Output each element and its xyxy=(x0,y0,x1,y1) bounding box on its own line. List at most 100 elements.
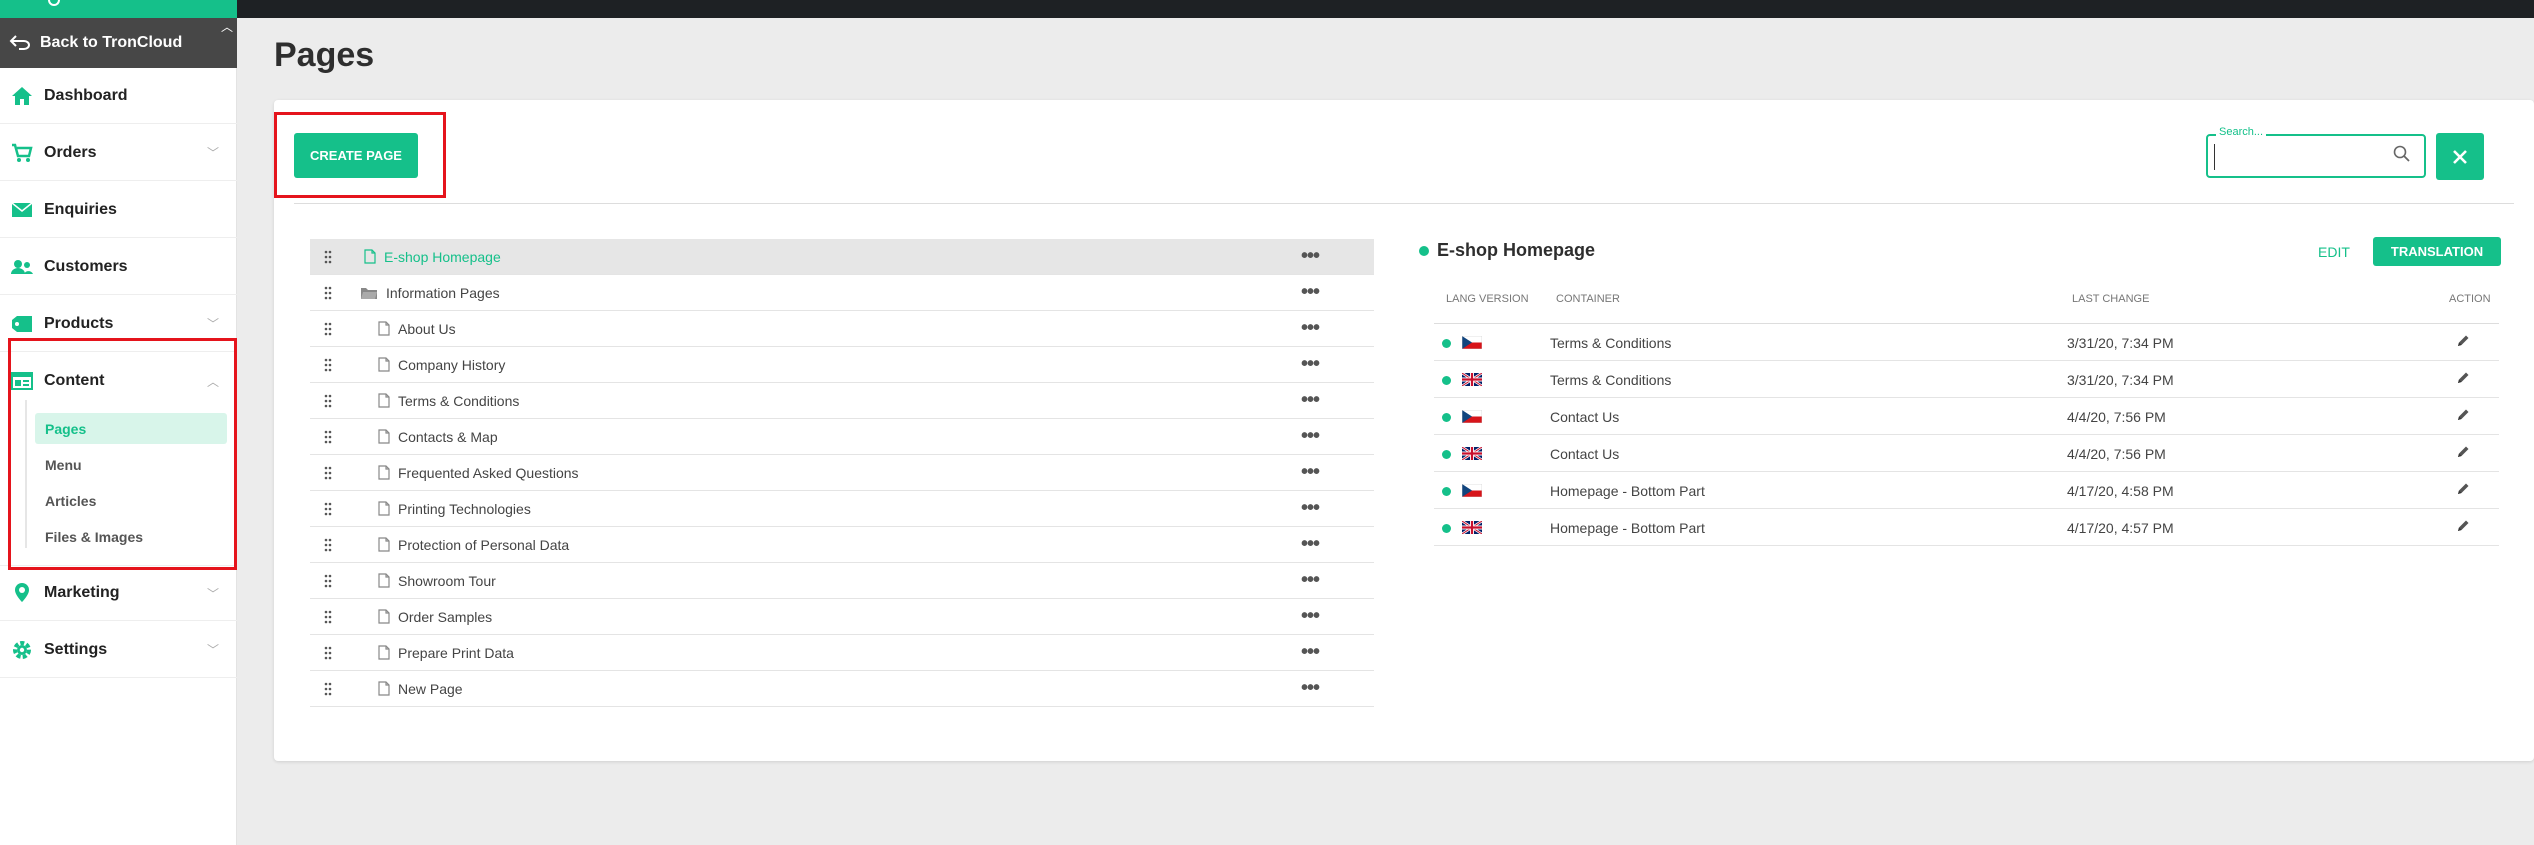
sidebar-item-enquiries[interactable]: Enquiries xyxy=(0,182,237,238)
tree-row[interactable]: Protection of Personal Data ••• xyxy=(310,527,1374,563)
container-name: Homepage - Bottom Part xyxy=(1550,483,1705,499)
header-action: ACTION xyxy=(2449,293,2491,305)
file-icon xyxy=(378,609,390,624)
uk-flag-icon xyxy=(1461,519,1483,537)
pencil-icon[interactable] xyxy=(2456,408,2470,425)
pencil-icon[interactable] xyxy=(2456,445,2470,462)
clear-search-button[interactable] xyxy=(2436,133,2484,180)
more-options-icon[interactable]: ••• xyxy=(1280,461,1340,484)
tree-item-name: E-shop Homepage xyxy=(384,248,501,265)
more-options-icon[interactable]: ••• xyxy=(1280,389,1340,412)
tree-row[interactable]: E-shop Homepage ••• xyxy=(310,239,1374,275)
file-icon xyxy=(378,357,390,372)
tree-row[interactable]: Contacts & Map ••• xyxy=(310,419,1374,455)
drag-handle-icon[interactable] xyxy=(310,250,346,264)
drag-handle-icon[interactable] xyxy=(310,610,346,624)
status-dot xyxy=(1442,524,1451,533)
edit-link[interactable]: EDIT xyxy=(2318,244,2350,260)
drag-handle-icon[interactable] xyxy=(310,286,346,300)
status-dot xyxy=(1442,450,1451,459)
sidebar-label: Customers xyxy=(44,257,128,275)
drag-handle-icon[interactable] xyxy=(310,322,346,336)
status-dot xyxy=(1442,339,1451,348)
tree-item-name: About Us xyxy=(398,320,456,337)
more-options-icon[interactable]: ••• xyxy=(1280,641,1340,664)
drag-handle-icon[interactable] xyxy=(310,646,346,660)
drag-handle-icon[interactable] xyxy=(310,574,346,588)
more-options-icon[interactable]: ••• xyxy=(1280,533,1340,556)
last-change: 4/17/20, 4:58 PM xyxy=(2067,483,2174,499)
more-options-icon[interactable]: ••• xyxy=(1280,677,1340,700)
file-icon xyxy=(378,573,390,588)
tree-item-name: Frequented Asked Questions xyxy=(398,464,579,481)
tree-row[interactable]: Printing Technologies ••• xyxy=(310,491,1374,527)
gear-icon xyxy=(0,639,44,661)
file-icon xyxy=(364,249,376,264)
drag-handle-icon[interactable] xyxy=(310,538,346,552)
drag-handle-icon[interactable] xyxy=(310,682,346,696)
pencil-icon[interactable] xyxy=(2456,371,2470,388)
pencil-icon[interactable] xyxy=(2456,482,2470,499)
create-page-button[interactable]: CREATE PAGE xyxy=(294,133,418,178)
more-options-icon[interactable]: ••• xyxy=(1280,605,1340,628)
more-options-icon[interactable]: ••• xyxy=(1280,281,1340,304)
translation-button[interactable]: TRANSLATION xyxy=(2373,237,2501,266)
pencil-icon[interactable] xyxy=(2456,334,2470,351)
tree-row[interactable]: Prepare Print Data ••• xyxy=(310,635,1374,671)
drag-handle-icon[interactable] xyxy=(310,466,346,480)
back-to-troncloud-button[interactable]: Back to TronCloud ︿ xyxy=(0,18,237,68)
tree-row[interactable]: Terms & Conditions ••• xyxy=(310,383,1374,419)
more-options-icon[interactable]: ••• xyxy=(1280,353,1340,376)
tree-row[interactable]: About Us ••• xyxy=(310,311,1374,347)
czech-flag-icon xyxy=(1461,335,1483,352)
search-icon[interactable] xyxy=(2393,145,2411,168)
tree-item-name: Prepare Print Data xyxy=(398,644,514,661)
header-container: CONTAINER xyxy=(1556,293,1620,305)
search-label: Search... xyxy=(2216,126,2267,138)
czech-flag-icon xyxy=(1461,409,1483,426)
translation-row: Homepage - Bottom Part 4/17/20, 4:57 PM xyxy=(1434,509,2499,546)
sidebar-item-dashboard[interactable]: Dashboard xyxy=(0,68,237,124)
tree-row[interactable]: Showroom Tour ••• xyxy=(310,563,1374,599)
tree-row[interactable]: Company History ••• xyxy=(310,347,1374,383)
tree-row[interactable]: Order Samples ••• xyxy=(310,599,1374,635)
more-options-icon[interactable]: ••• xyxy=(1280,245,1340,268)
more-options-icon[interactable]: ••• xyxy=(1280,425,1340,448)
file-icon xyxy=(378,393,390,408)
sidebar-item-customers[interactable]: Customers xyxy=(0,239,237,295)
tree-item-name: Showroom Tour xyxy=(398,572,496,589)
close-icon xyxy=(2453,149,2467,164)
tree-row[interactable]: New Page ••• xyxy=(310,671,1374,707)
top-bar xyxy=(0,0,2534,18)
file-icon xyxy=(378,321,390,336)
search-input[interactable] xyxy=(2214,144,2384,170)
sidebar-label: Dashboard xyxy=(44,86,128,104)
sidebar-item-marketing[interactable]: Marketing ﹀ xyxy=(0,565,237,621)
sidebar-item-orders[interactable]: Orders ﹀ xyxy=(0,125,237,181)
chevron-down-icon: ﹀ xyxy=(207,146,220,160)
last-change: 4/4/20, 7:56 PM xyxy=(2067,409,2166,425)
brand-logo-icon xyxy=(48,0,60,6)
sidebar-item-settings[interactable]: Settings ﹀ xyxy=(0,622,237,678)
drag-handle-icon[interactable] xyxy=(310,430,346,444)
sidebar-label: Products xyxy=(44,314,114,332)
collapse-sidebar-icon[interactable]: ︿ xyxy=(221,18,233,35)
last-change: 3/31/20, 7:34 PM xyxy=(2067,335,2174,351)
tree-item-name: Protection of Personal Data xyxy=(398,536,570,553)
more-options-icon[interactable]: ••• xyxy=(1280,569,1340,592)
last-change: 3/31/20, 7:34 PM xyxy=(2067,372,2174,388)
drag-handle-icon[interactable] xyxy=(310,394,346,408)
drag-handle-icon[interactable] xyxy=(310,358,346,372)
sidebar-label: Enquiries xyxy=(44,200,117,218)
file-icon xyxy=(378,537,390,552)
more-options-icon[interactable]: ••• xyxy=(1280,497,1340,520)
cart-icon xyxy=(0,143,44,163)
last-change: 4/17/20, 4:57 PM xyxy=(2067,520,2174,536)
drag-handle-icon[interactable] xyxy=(310,502,346,516)
pencil-icon[interactable] xyxy=(2456,519,2470,536)
container-name: Homepage - Bottom Part xyxy=(1550,520,1705,536)
tree-row[interactable]: Frequented Asked Questions ••• xyxy=(310,455,1374,491)
tree-row[interactable]: Information Pages ••• xyxy=(310,275,1374,311)
more-options-icon[interactable]: ••• xyxy=(1280,317,1340,340)
sidebar-label: Marketing xyxy=(44,584,120,601)
